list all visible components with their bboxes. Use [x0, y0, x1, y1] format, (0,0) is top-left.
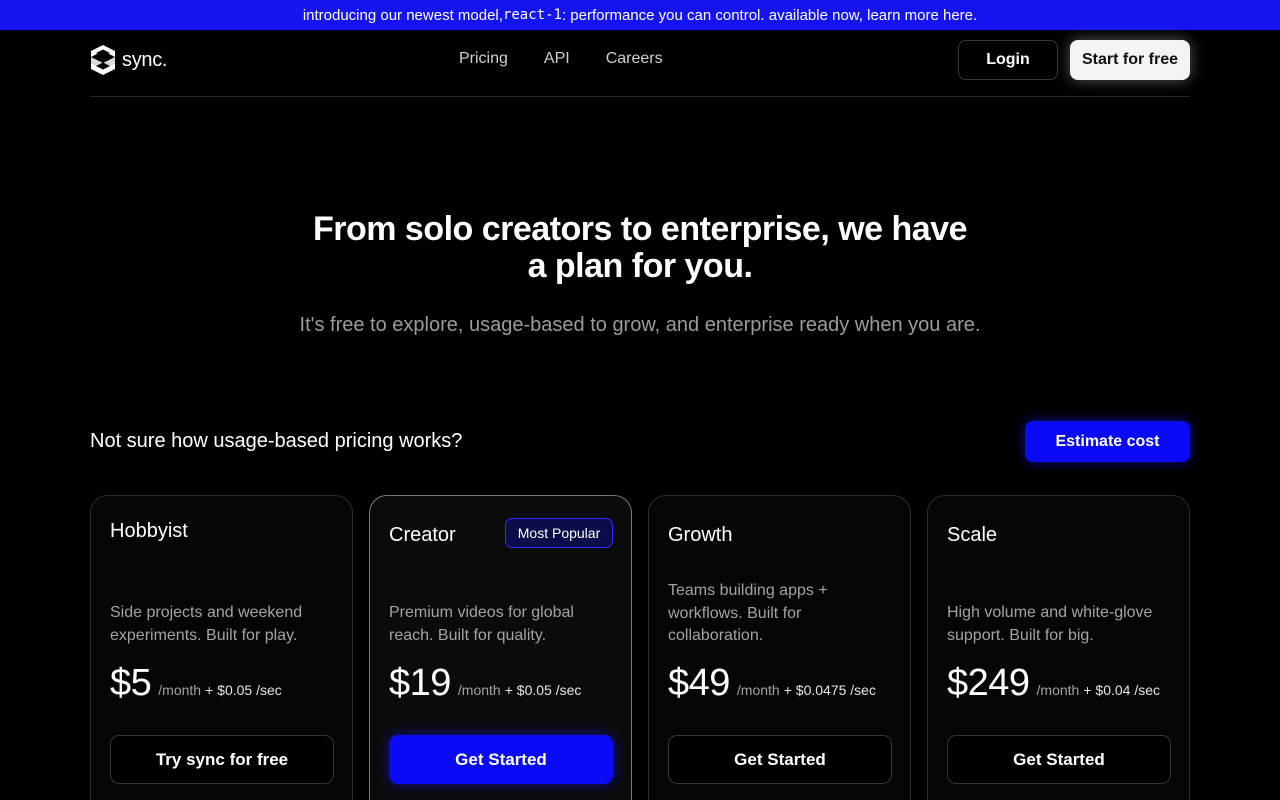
nav-link-pricing[interactable]: Pricing: [459, 50, 508, 68]
most-popular-badge: Most Popular: [505, 518, 613, 548]
plan-period: /month: [1036, 682, 1080, 698]
start-for-free-button[interactable]: Start for free: [1070, 40, 1190, 80]
plan-card-creator: Creator Most Popular Premium videos for …: [369, 495, 632, 800]
banner-prefix: introducing our newest model,: [302, 6, 503, 24]
sync-logo-icon: [91, 45, 115, 75]
logo-text: sync.: [122, 48, 168, 71]
estimate-cost-button[interactable]: Estimate cost: [1025, 421, 1190, 462]
banner-model-name: react-1: [502, 7, 562, 23]
plan-name: Creator: [389, 524, 456, 546]
plan-name: Hobbyist: [110, 520, 188, 542]
plan-usage-rate: + $0.05 /sec: [205, 682, 282, 698]
plan-name: Scale: [947, 524, 998, 546]
plan-description: Teams building apps + workflows. Built f…: [668, 582, 828, 644]
scale-get-started-button[interactable]: Get Started: [947, 735, 1171, 784]
plan-period: /month: [736, 682, 780, 698]
logo[interactable]: sync.: [90, 44, 167, 76]
try-sync-free-button[interactable]: Try sync for free: [110, 735, 334, 784]
plan-period: /month: [457, 682, 501, 698]
announcement-banner[interactable]: introducing our newest model, react-1: p…: [0, 0, 1280, 30]
usage-pricing-question: Not sure how usage-based pricing works?: [90, 430, 463, 452]
creator-get-started-button[interactable]: Get Started: [389, 735, 613, 784]
nav-link-api[interactable]: API: [544, 50, 570, 68]
plan-price: $19: [389, 662, 451, 704]
plan-price-row: $49 /month + $0.0475 /sec: [668, 662, 876, 705]
plan-usage-rate: + $0.0475 /sec: [783, 682, 876, 698]
plan-description: High volume and white-glove support. Bui…: [947, 604, 1153, 644]
plan-price: $249: [947, 662, 1030, 704]
plan-usage-rate: + $0.04 /sec: [1083, 682, 1161, 698]
plan-price: $5: [110, 662, 152, 704]
nav-links: Pricing API Careers: [459, 50, 663, 68]
nav-link-careers[interactable]: Careers: [606, 50, 663, 68]
top-nav: sync. Pricing API Careers Login Start fo…: [90, 30, 1190, 97]
plan-price-row: $19 /month + $0.05 /sec: [389, 662, 581, 705]
plan-price-row: $249 /month + $0.04 /sec: [947, 662, 1160, 705]
plan-description: Side projects and weekend experiments. B…: [110, 604, 303, 644]
plan-name: Growth: [668, 524, 733, 546]
plan-card-hobbyist: Hobbyist Side projects and weekend exper…: [90, 495, 353, 800]
hero-title: From solo creators to enterprise, we hav…: [290, 211, 990, 285]
growth-get-started-button[interactable]: Get Started: [668, 735, 892, 784]
hero-title-line-2: a plan for you.: [527, 247, 753, 285]
plan-description: Premium videos for global reach. Built f…: [389, 604, 574, 644]
plan-card-growth: Growth Teams building apps + workflows. …: [648, 495, 911, 800]
plan-price-row: $5 /month + $0.05 /sec: [110, 662, 282, 705]
plan-period: /month: [158, 682, 202, 698]
plan-price: $49: [668, 662, 730, 704]
plan-usage-rate: + $0.05 /sec: [504, 682, 582, 698]
plan-card-scale: Scale High volume and white-glove suppor…: [927, 495, 1190, 800]
hero-title-line-1: From solo creators to enterprise, we hav…: [312, 210, 968, 248]
login-button[interactable]: Login: [958, 40, 1058, 80]
hero-subtitle: It's free to explore, usage-based to gro…: [299, 314, 981, 336]
banner-suffix: : performance you can control. available…: [561, 6, 978, 24]
